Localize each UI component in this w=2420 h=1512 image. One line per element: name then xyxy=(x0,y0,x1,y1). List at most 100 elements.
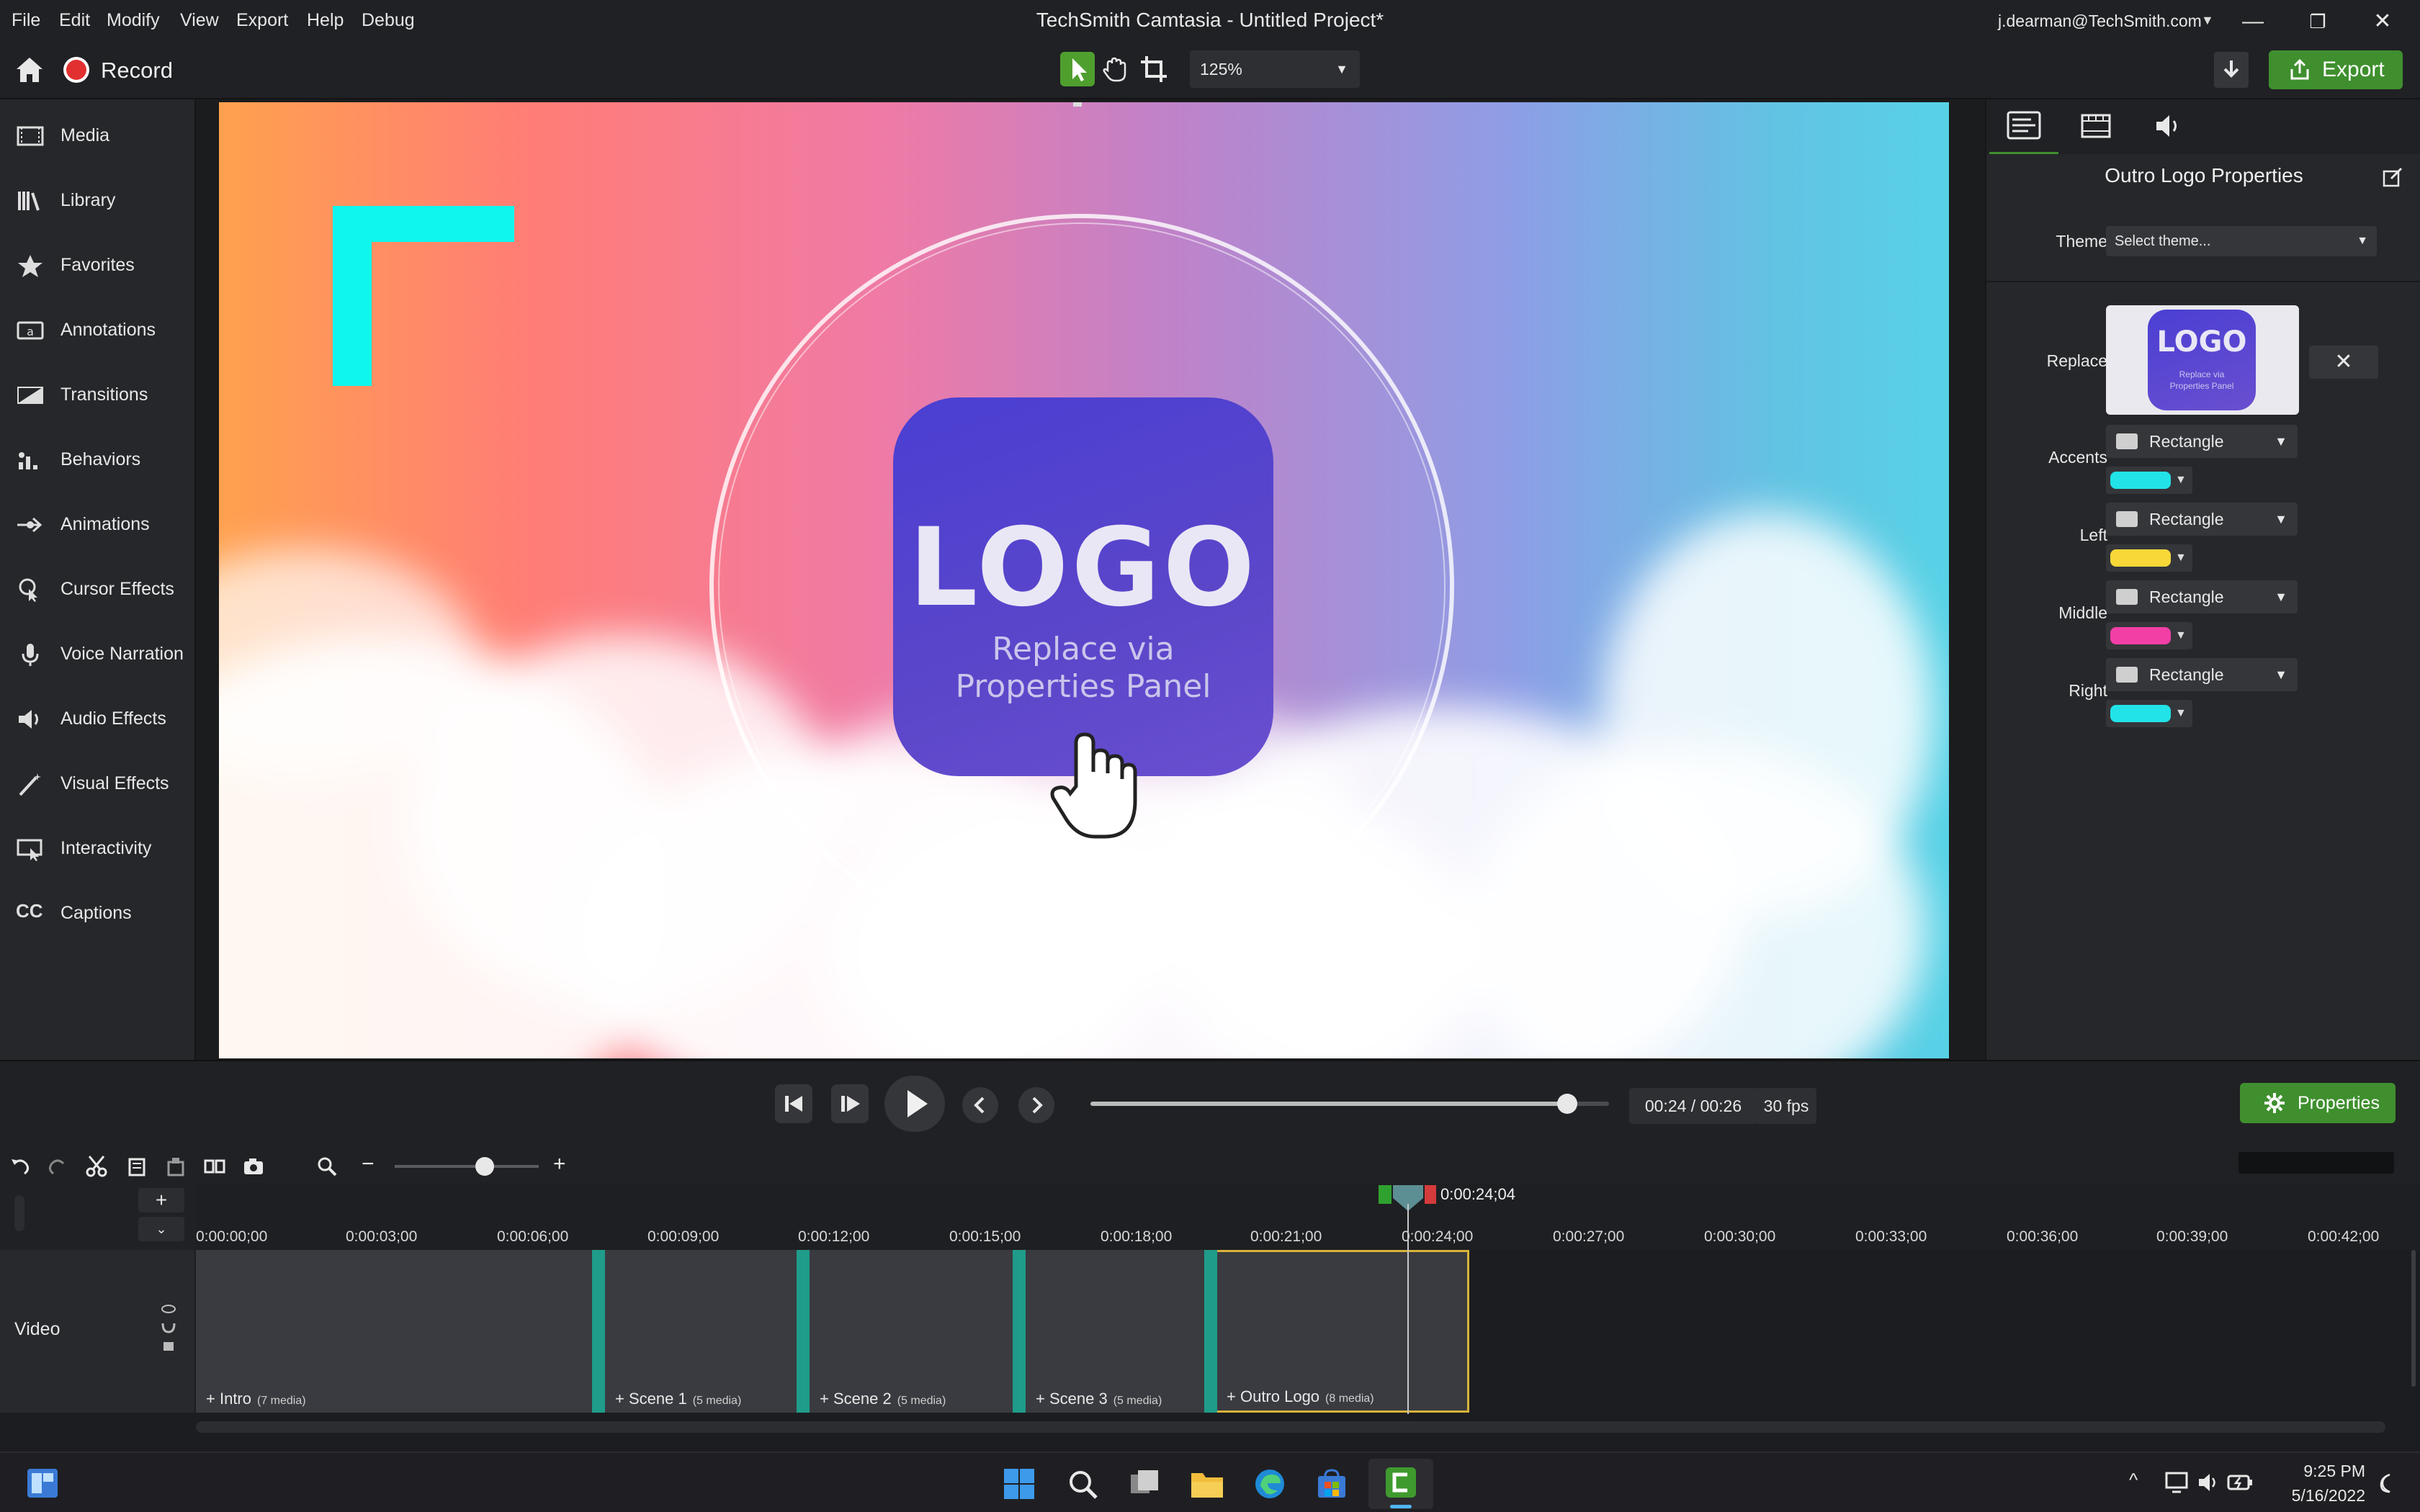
transition-marker[interactable] xyxy=(797,1250,810,1413)
timeline-zoom-slider[interactable] xyxy=(395,1157,539,1176)
sidebar-item-voice-narration[interactable]: Voice Narration xyxy=(0,622,196,687)
record-icon[interactable] xyxy=(63,57,89,83)
minimize-button[interactable]: — xyxy=(2231,6,2275,37)
sidebar-item-cursor-effects[interactable]: Cursor Effects xyxy=(0,557,196,622)
tab-visual-properties[interactable] xyxy=(1989,99,2058,154)
focus-assist-icon[interactable] xyxy=(2375,1472,2398,1495)
search-icon[interactable] xyxy=(1066,1467,1099,1500)
sidebar-item-favorites[interactable]: Favorites xyxy=(0,233,196,298)
in-marker[interactable] xyxy=(1379,1185,1392,1204)
crop-tool-icon[interactable] xyxy=(1137,52,1171,86)
menu-edit[interactable]: Edit xyxy=(59,10,90,31)
timeline-horizontal-scrollbar[interactable] xyxy=(196,1421,2385,1433)
record-button[interactable]: Record xyxy=(101,58,173,84)
sidebar-item-transitions[interactable]: Transitions xyxy=(0,363,196,428)
accents-color-picker[interactable]: ▼ xyxy=(2106,467,2192,494)
clock-time[interactable]: 9:25 PM xyxy=(2279,1462,2365,1481)
transition-marker[interactable] xyxy=(592,1250,605,1413)
home-icon[interactable] xyxy=(13,53,46,86)
copy-icon[interactable] xyxy=(125,1155,148,1178)
tab-audio-properties[interactable] xyxy=(2133,99,2202,154)
redo-icon[interactable] xyxy=(46,1155,69,1178)
timeline-vertical-scrollbar[interactable] xyxy=(2411,1250,2416,1387)
tray-chevron-icon[interactable]: ^ xyxy=(2129,1469,2138,1491)
right-shape-select[interactable]: Rectangle ▼ xyxy=(2106,658,2298,691)
step-back-button[interactable] xyxy=(775,1084,812,1123)
properties-button[interactable]: Properties xyxy=(2240,1083,2396,1123)
widgets-icon[interactable] xyxy=(26,1467,59,1499)
sidebar-item-annotations[interactable]: a Annotations xyxy=(0,298,196,363)
pan-tool-icon[interactable] xyxy=(1098,52,1132,86)
clip-scene-1[interactable]: + Scene 1 (5 media) xyxy=(605,1250,798,1413)
right-color-picker[interactable]: ▼ xyxy=(2106,700,2192,727)
menu-export[interactable]: Export xyxy=(236,10,288,31)
sidebar-item-animations[interactable]: Animations xyxy=(0,492,196,557)
left-shape-select[interactable]: Rectangle ▼ xyxy=(2106,503,2298,536)
battery-icon[interactable] xyxy=(2227,1472,2253,1493)
transition-marker[interactable] xyxy=(1204,1250,1217,1413)
undo-icon[interactable] xyxy=(9,1155,32,1178)
close-window-button[interactable]: ✕ xyxy=(2361,6,2404,37)
sidebar-item-audio-effects[interactable]: Audio Effects xyxy=(0,687,196,752)
logo-placeholder[interactable]: LOGO Replace via Properties Panel xyxy=(893,397,1273,776)
task-view-icon[interactable] xyxy=(1128,1467,1161,1500)
clip-scene-3[interactable]: + Scene 3 (5 media) xyxy=(1026,1250,1206,1413)
menu-help[interactable]: Help xyxy=(307,10,344,31)
play-button[interactable] xyxy=(884,1076,945,1132)
sidebar-item-captions[interactable]: CC Captions xyxy=(0,881,196,946)
account-name[interactable]: j.dearman@TechSmith.com xyxy=(1998,12,2202,31)
theme-select[interactable]: Select theme... ▼ xyxy=(2106,226,2377,256)
left-color-picker[interactable]: ▼ xyxy=(2106,544,2192,572)
track-controls-icon[interactable] xyxy=(160,1303,177,1361)
track-height-slider[interactable] xyxy=(14,1195,24,1231)
sidebar-item-interactivity[interactable]: Interactivity xyxy=(0,816,196,881)
select-tool-icon[interactable] xyxy=(1060,52,1095,86)
menu-view[interactable]: View xyxy=(180,10,219,31)
accents-shape-select[interactable]: Rectangle ▼ xyxy=(2106,425,2298,458)
middle-shape-select[interactable]: Rectangle ▼ xyxy=(2106,580,2298,613)
sidebar-item-behaviors[interactable]: Behaviors xyxy=(0,428,196,492)
clip-outro-logo[interactable]: + Outro Logo (8 media) xyxy=(1214,1250,1469,1413)
sidebar-item-media[interactable]: Media xyxy=(0,104,196,168)
network-icon[interactable] xyxy=(2165,1472,2188,1493)
zoom-out-button[interactable]: − xyxy=(362,1152,375,1176)
step-forward-button[interactable] xyxy=(831,1084,869,1123)
menu-file[interactable]: File xyxy=(12,10,40,31)
selection-handle-top[interactable] xyxy=(1073,102,1082,107)
restore-button[interactable]: ❐ xyxy=(2296,6,2339,37)
search-icon[interactable] xyxy=(315,1155,339,1178)
edit-icon[interactable] xyxy=(2383,167,2403,187)
volume-icon[interactable] xyxy=(2197,1472,2220,1493)
split-icon[interactable] xyxy=(203,1155,226,1178)
export-button[interactable]: Export xyxy=(2269,50,2403,89)
menu-debug[interactable]: Debug xyxy=(362,10,415,31)
scrubber-track[interactable] xyxy=(1090,1094,1609,1114)
chevron-down-icon[interactable]: ⌄ xyxy=(138,1217,184,1241)
camera-icon[interactable] xyxy=(242,1155,265,1178)
timeline-zoom-handle[interactable] xyxy=(475,1157,494,1176)
cut-icon[interactable] xyxy=(85,1155,108,1178)
sidebar-item-visual-effects[interactable]: Visual Effects xyxy=(0,752,196,816)
previous-marker-button[interactable] xyxy=(962,1087,998,1123)
clip-intro[interactable]: + Intro (7 media) xyxy=(196,1250,593,1413)
next-marker-button[interactable] xyxy=(1018,1087,1054,1123)
tab-video-properties[interactable] xyxy=(2061,99,2130,154)
out-marker[interactable] xyxy=(1425,1185,1436,1204)
menu-modify[interactable]: Modify xyxy=(107,10,160,31)
transition-marker[interactable] xyxy=(1013,1250,1026,1413)
paste-icon[interactable] xyxy=(164,1155,187,1178)
middle-color-picker[interactable]: ▼ xyxy=(2106,622,2192,649)
account-dropdown-icon[interactable]: ▼ xyxy=(2201,13,2214,28)
logo-thumbnail[interactable]: LOGO Replace via Properties Panel xyxy=(2106,305,2299,415)
sidebar-item-library[interactable]: Library xyxy=(0,168,196,233)
zoom-select[interactable]: 125% ▼ xyxy=(1190,50,1360,88)
fps-display[interactable]: 30 fps xyxy=(1756,1088,1816,1124)
preview-canvas[interactable]: LOGO Replace via Properties Panel xyxy=(219,102,1949,1058)
start-icon[interactable] xyxy=(1003,1467,1036,1500)
camtasia-taskbar-button[interactable] xyxy=(1368,1459,1433,1509)
store-icon[interactable] xyxy=(1315,1467,1348,1500)
clock-date[interactable]: 5/16/2022 xyxy=(2279,1486,2365,1506)
zoom-in-button[interactable]: + xyxy=(553,1152,566,1176)
timeline-minimap[interactable] xyxy=(2238,1152,2394,1174)
edge-icon[interactable] xyxy=(1253,1467,1286,1500)
